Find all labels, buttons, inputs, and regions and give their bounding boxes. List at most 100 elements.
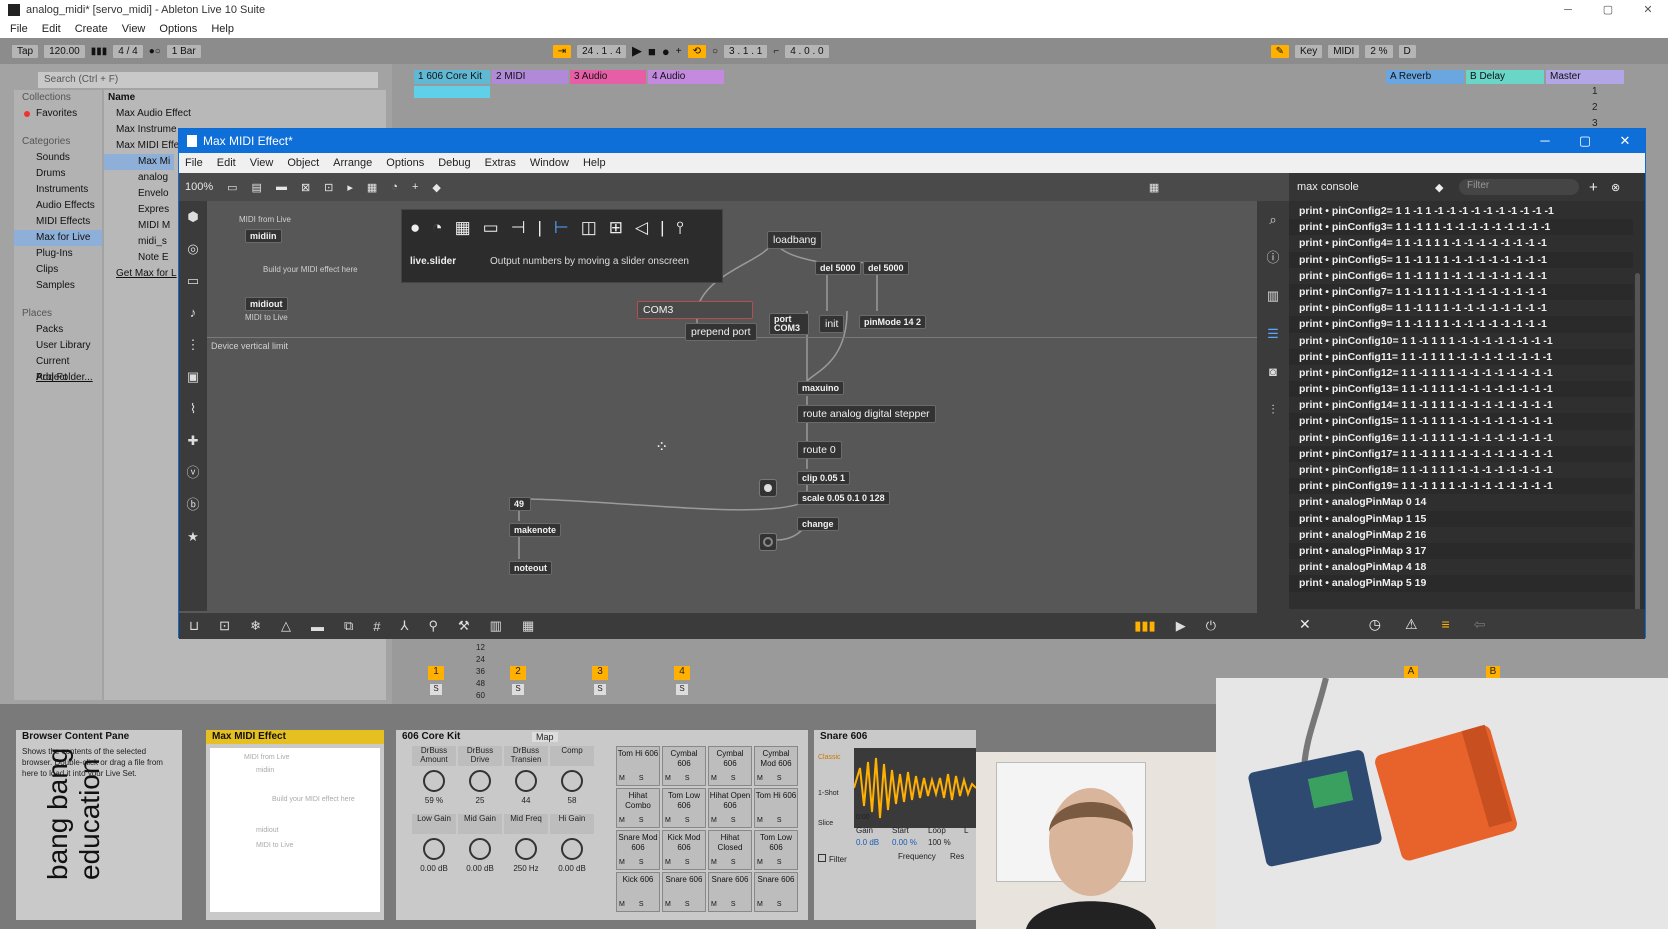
dial-icon[interactable]: ◔ (391, 181, 398, 193)
follow-icon[interactable]: ●○ (149, 46, 161, 57)
macro-knob[interactable] (423, 838, 445, 860)
paint-bucket-icon[interactable]: ◆ (432, 181, 440, 194)
minimize-icon[interactable]: ─ (1525, 129, 1565, 153)
solo-button[interactable]: S (676, 684, 688, 695)
meter-icon[interactable]: ▥ (490, 618, 502, 634)
clear-icon[interactable]: ✕ (1299, 616, 1311, 633)
lock-icon[interactable]: ⊔ (189, 618, 199, 634)
solo-button[interactable]: S (430, 684, 442, 695)
console-scrollbar[interactable] (1635, 273, 1640, 613)
pad-mute-solo[interactable]: MS (757, 858, 782, 868)
console-filter-input[interactable]: Filter (1459, 179, 1579, 195)
solo-button[interactable]: S (594, 684, 606, 695)
pad-mute-solo[interactable]: MS (619, 816, 644, 826)
button-icon[interactable]: ⊠ (301, 181, 310, 194)
pad-solo-button[interactable]: S (639, 775, 644, 782)
macro-knob[interactable] (515, 838, 537, 860)
simpler-device[interactable]: Snare 606 Classic 1-Shot Slice 0:00 Gain… (814, 730, 976, 920)
time-signature[interactable]: 4 / 4 (113, 44, 143, 58)
sidebar-item-favorites[interactable]: Favorites (14, 106, 102, 122)
target-icon[interactable]: ◎ (179, 233, 207, 265)
browser-search-input[interactable]: Search (Ctrl + F) (38, 72, 378, 88)
info-icon[interactable]: ⓘ (1257, 239, 1289, 277)
pad-solo-button[interactable]: S (731, 817, 736, 824)
play-icon[interactable]: ▶ (1176, 618, 1186, 634)
number-icon[interactable]: ▭ (483, 218, 499, 238)
button-icon[interactable]: ● (410, 218, 420, 238)
console-line[interactable]: print • pinConfig13= 1 1 -1 1 1 1 -1 -1 … (1289, 381, 1633, 398)
sidebar-item-sounds[interactable]: Sounds (14, 150, 102, 166)
layers-icon[interactable]: ⧉ (344, 618, 353, 634)
follow-arrow-icon[interactable]: ⇥ (552, 44, 572, 58)
line-icon[interactable]: | (538, 218, 542, 238)
pad-mute-button[interactable]: M (757, 859, 763, 866)
dial-icon[interactable]: ◔ (432, 218, 442, 238)
menu-help[interactable]: Help (211, 23, 234, 35)
return-header-b[interactable]: B Delay (1466, 70, 1544, 84)
device-icon[interactable]: ▭ (179, 265, 207, 297)
new-object-icon[interactable]: ▭ (227, 181, 237, 194)
warning-icon[interactable]: △ (281, 618, 291, 634)
loadbang-object[interactable]: loadbang (767, 231, 823, 249)
sidebar-item-max-for-live[interactable]: Max for Live (14, 230, 102, 246)
start-value[interactable]: 0.00 % (892, 838, 917, 847)
console-line[interactable]: print • pinConfig4= 1 1 -1 1 1 1 -1 -1 -… (1289, 235, 1633, 251)
pad-solo-button[interactable]: S (685, 817, 690, 824)
pad-mute-solo[interactable]: MS (619, 774, 644, 784)
pad-mute-button[interactable]: M (619, 817, 625, 824)
drum-pad[interactable]: Hihat Combo M S (616, 788, 660, 828)
automation-arm-icon[interactable]: ⟲ (687, 44, 706, 58)
drum-pad[interactable]: Hihat Closed M S (708, 830, 752, 870)
name-column-header[interactable]: Name (104, 90, 386, 106)
add-object-icon[interactable]: + (412, 181, 418, 193)
max-menu-options[interactable]: Options (386, 157, 424, 169)
macro-knob[interactable] (515, 770, 537, 792)
console-line[interactable]: print • pinConfig6= 1 1 -1 1 1 1 -1 -1 -… (1289, 268, 1633, 284)
button-object[interactable] (759, 533, 777, 551)
camera-icon[interactable]: ◙ (1257, 353, 1289, 391)
loop-length[interactable]: 4 . 0 . 0 (785, 44, 829, 58)
midiout-object[interactable]: midiout (245, 297, 288, 311)
max-menu-file[interactable]: File (185, 157, 203, 169)
console-line[interactable]: print • pinConfig14= 1 1 -1 1 1 1 -1 -1 … (1289, 397, 1633, 413)
pad-solo-button[interactable]: S (639, 817, 644, 824)
metronome-icon[interactable]: ▮▮▮ (91, 46, 108, 57)
sidebar-item-clips[interactable]: Clips (14, 262, 102, 278)
gain-icon[interactable]: ⫯ (677, 218, 684, 238)
drum-pad[interactable]: Snare 606 M S (754, 872, 798, 912)
track-number-2[interactable]: 2 (510, 666, 526, 680)
toggle-icon[interactable]: ⊡ (324, 181, 333, 194)
return-header-a[interactable]: A Reverb (1386, 70, 1464, 84)
max-menu-extras[interactable]: Extras (485, 157, 516, 169)
track-number-3[interactable]: 3 (592, 666, 608, 680)
sidebar-item-samples[interactable]: Samples (14, 278, 102, 294)
pad-solo-button[interactable]: S (685, 775, 690, 782)
paperclip-icon[interactable]: ⌇ (179, 393, 207, 425)
comment-icon[interactable]: ▬ (276, 181, 287, 193)
drum-pad[interactable]: Snare 606 M S (708, 872, 752, 912)
console-line[interactable]: print • pinConfig19= 1 1 -1 1 1 1 -1 -1 … (1289, 478, 1633, 495)
drum-pad[interactable]: Tom Hi 606 M S (754, 788, 798, 828)
drum-pad[interactable]: Snare Mod 606 M S (616, 830, 660, 870)
max-menu-debug[interactable]: Debug (438, 157, 470, 169)
pad-mute-button[interactable]: M (619, 901, 625, 908)
pad-solo-button[interactable]: S (731, 901, 736, 908)
pad-mute-button[interactable]: M (711, 901, 717, 908)
macro-control[interactable]: DrBuss Amount 59 % (412, 746, 456, 812)
pad-solo-button[interactable]: S (777, 901, 782, 908)
clock-icon[interactable]: ◷ (1369, 616, 1381, 633)
pad-mute-solo[interactable]: MS (665, 858, 690, 868)
star-icon[interactable]: ★ (179, 521, 207, 553)
drum-pad[interactable]: Cymbal 606 M S (708, 746, 752, 786)
max-menu-arrange[interactable]: Arrange (333, 157, 372, 169)
package-icon[interactable]: ⬢ (179, 201, 207, 233)
max-menu-object[interactable]: Object (287, 157, 319, 169)
close-icon[interactable]: ✕ (1628, 0, 1668, 20)
speech-bubble-icon[interactable]: ▬ (311, 619, 324, 634)
scale-object[interactable]: scale 0.05 0.1 0 128 (797, 491, 890, 505)
map-button[interactable]: Map (532, 732, 558, 742)
console-line[interactable]: print • analogPinMap 2 16 (1289, 527, 1633, 543)
noteout-object[interactable]: noteout (509, 561, 552, 575)
one-shot-mode-button[interactable]: 1-Shot (818, 790, 839, 797)
del-object[interactable]: del 5000 (863, 261, 909, 275)
